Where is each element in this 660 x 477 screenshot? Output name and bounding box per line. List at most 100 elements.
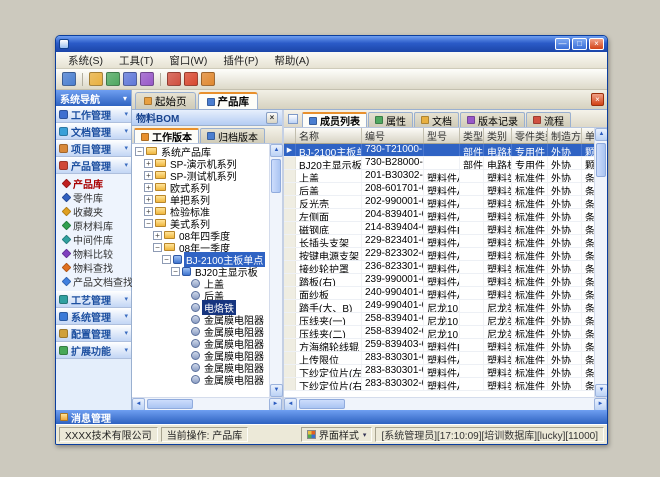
column-header[interactable]: 零件类型	[512, 128, 548, 143]
nav-item-material-compare[interactable]: 物料比较	[56, 246, 131, 260]
menu-item-system[interactable]: 系统(S)	[60, 52, 111, 69]
collapse-icon[interactable]: −	[153, 243, 162, 252]
menu-item-plugins[interactable]: 插件(P)	[215, 52, 266, 69]
nav-item-part-library[interactable]: 零件库	[56, 190, 131, 204]
scrollbar-thumb[interactable]	[596, 143, 606, 177]
collapse-icon[interactable]: −	[135, 147, 144, 156]
scroll-down-button[interactable]: ▼	[270, 384, 283, 397]
collapse-icon[interactable]: −	[144, 219, 153, 228]
tree-node[interactable]: −BJ20主显示板	[132, 265, 269, 277]
maximize-button[interactable]: □	[572, 38, 587, 50]
nav-item-product-library[interactable]: 产品库	[56, 176, 131, 190]
tree-vertical-scrollbar[interactable]: ▲ ▼	[269, 144, 282, 397]
minimize-button[interactable]: —	[555, 38, 570, 50]
close-icon[interactable]: ×	[591, 93, 604, 106]
menu-item-window[interactable]: 窗口(W)	[161, 52, 215, 69]
table-row[interactable]: ▶BJ-2100主板单点730-T21000-12X部件电路板专用件外协颗	[284, 144, 594, 157]
expand-icon[interactable]: +	[144, 171, 153, 180]
table-row[interactable]: 下纱定位片(左)283-830301-00X塑料件ABS塑料类标准件外协条	[284, 365, 594, 378]
toolbar-icon-lock[interactable]	[184, 72, 198, 86]
scrollbar-thumb[interactable]	[299, 399, 345, 409]
toolbar-icon-exit[interactable]	[201, 72, 215, 86]
scroll-down-button[interactable]: ▼	[595, 384, 608, 397]
toolbar-icon-save[interactable]	[106, 72, 120, 86]
table-horizontal-scrollbar[interactable]: ◄ ►	[284, 397, 607, 410]
collapse-icon[interactable]: −	[162, 255, 171, 264]
nav-group-document[interactable]: 文档管理▾	[56, 123, 131, 140]
menu-item-help[interactable]: 帮助(A)	[266, 52, 317, 69]
scrollbar-thumb[interactable]	[271, 159, 281, 193]
nav-group-project[interactable]: 项目管理▾	[56, 140, 131, 157]
tree-node[interactable]: 上盖	[132, 277, 269, 289]
column-header[interactable]: 型号	[424, 128, 460, 143]
tree-horizontal-scrollbar[interactable]: ◄ ►	[132, 397, 282, 410]
nav-group-config[interactable]: 配置管理▾	[56, 325, 131, 342]
nav-item-favorites[interactable]: 收藏夹	[56, 204, 131, 218]
sidebar-header[interactable]: 系统导航 ▾	[56, 90, 131, 106]
expand-icon[interactable]: +	[144, 183, 153, 192]
tree-node[interactable]: 后盖	[132, 289, 269, 301]
tab-start-page[interactable]: 起始页	[135, 92, 196, 109]
tab-documents[interactable]: 文档	[414, 112, 459, 127]
column-header[interactable]: 制造方式	[548, 128, 582, 143]
nav-group-work[interactable]: 工作管理▾	[56, 106, 131, 123]
table-row[interactable]: 踏手(大、B)249-990401-00X尼龙1010尼龙类标准件外协条	[284, 300, 594, 313]
tab-product-library[interactable]: 产品库	[198, 92, 259, 109]
toolbar-icon-refresh[interactable]	[123, 72, 137, 86]
nav-group-product[interactable]: 产品管理▾	[56, 157, 131, 174]
table-row[interactable]: BJ20主显示板730-B28000-04X部件电路板专用件外协颗	[284, 157, 594, 170]
nav-item-material-search[interactable]: 物料查找	[56, 260, 131, 274]
tree-node[interactable]: 金属膜电阻器	[132, 373, 269, 385]
table-row[interactable]: 踏板(右)239-990001-01X塑料件ABS塑料类标准件外协条	[284, 274, 594, 287]
scrollbar-thumb[interactable]	[147, 399, 193, 409]
ui-style-selector[interactable]: 界面样式 ▾	[301, 427, 373, 442]
expand-icon[interactable]: +	[144, 159, 153, 168]
column-header[interactable]: 类别	[484, 128, 512, 143]
scroll-up-button[interactable]: ▲	[595, 128, 608, 141]
column-header[interactable]: 名称	[296, 128, 362, 143]
titlebar[interactable]: — □ ×	[56, 36, 607, 52]
column-header[interactable]: 编号	[362, 128, 424, 143]
table-row[interactable]: 反光壳202-990001-01X塑料件ABS塑料类标准件外协条	[284, 196, 594, 209]
nav-group-extension[interactable]: 扩展功能▾	[56, 342, 131, 359]
table-row[interactable]: 磁钢底214-839404-01X塑料件PP塑料类标准件外协条	[284, 222, 594, 235]
message-panel-header[interactable]: 消息管理	[56, 410, 607, 424]
expand-icon[interactable]: +	[144, 207, 153, 216]
nav-item-product-doc-search[interactable]: 产品文档查找	[56, 274, 131, 288]
nav-item-raw-material-library[interactable]: 原材料库	[56, 218, 131, 232]
table-row[interactable]: 压线夹(一)258-839401-00X尼龙1010尼龙类标准件外协条	[284, 313, 594, 326]
expand-icon[interactable]: +	[144, 195, 153, 204]
toolbar-icon-search[interactable]	[140, 72, 154, 86]
table-vertical-scrollbar[interactable]: ▲ ▼	[594, 128, 607, 397]
toolbar-icon-open[interactable]	[89, 72, 103, 86]
menu-item-tools[interactable]: 工具(T)	[111, 52, 161, 69]
table-row[interactable]: 面纱板240-990401-00X塑料件ABS塑料类标准件外协条	[284, 287, 594, 300]
collapse-icon[interactable]: −	[171, 267, 180, 276]
scroll-up-button[interactable]: ▲	[270, 144, 283, 157]
toolbar-icon-home[interactable]	[62, 72, 76, 86]
toolbar-icon-settings[interactable]	[167, 72, 181, 86]
table-row[interactable]: 上传限位283-830301-00X塑料件ABS塑料类标准件外协条	[284, 352, 594, 365]
table-row[interactable]: 上盖201-B30302-00X塑料件ABS塑料类标准件外协条	[284, 170, 594, 183]
table-row[interactable]: 按键电源支架229-823302-00X塑料件ABS塑料类标准件外协条	[284, 248, 594, 261]
close-button[interactable]: ×	[589, 38, 604, 50]
table-row[interactable]: 左侧面204-839401-01X塑料件ABS塑料类标准件外协条	[284, 209, 594, 222]
table-row[interactable]: 方海绵轮线辊259-839403-00X塑料件PP塑料类标准件外协条	[284, 339, 594, 352]
table-row[interactable]: 压线夹(二)258-839402-00X尼龙1010尼龙类标准件外协条	[284, 326, 594, 339]
table-row[interactable]: 接纱轮护罩236-823301-00X塑料件ABS塑料类标准件外协条	[284, 261, 594, 274]
column-header[interactable]: 单位	[582, 128, 594, 143]
nav-group-process[interactable]: 工艺管理▾	[56, 291, 131, 308]
tab-workflow[interactable]: 流程	[526, 112, 571, 127]
table-row[interactable]: 长插头支架229-823401-00X塑料件ABS塑料类标准件外协条	[284, 235, 594, 248]
tab-working-version[interactable]: 工作版本	[134, 128, 199, 143]
table-row[interactable]: 下纱定位片(右)283-830302-00X塑料件ABS塑料类标准件外协条	[284, 378, 594, 391]
tab-properties[interactable]: 属性	[368, 112, 413, 127]
nav-item-intermediate-library[interactable]: 中间件库	[56, 232, 131, 246]
tab-version-history[interactable]: 版本记录	[460, 112, 525, 127]
close-icon[interactable]: ×	[266, 112, 278, 124]
tab-member-list[interactable]: 成员列表	[302, 112, 367, 127]
expand-icon[interactable]: +	[153, 231, 162, 240]
table-row[interactable]: 后盖208-601701-01X塑料件ABS塑料类标准件外协条	[284, 183, 594, 196]
column-header[interactable]: 类型	[460, 128, 484, 143]
tab-archived-version[interactable]: 归档版本	[200, 128, 265, 143]
